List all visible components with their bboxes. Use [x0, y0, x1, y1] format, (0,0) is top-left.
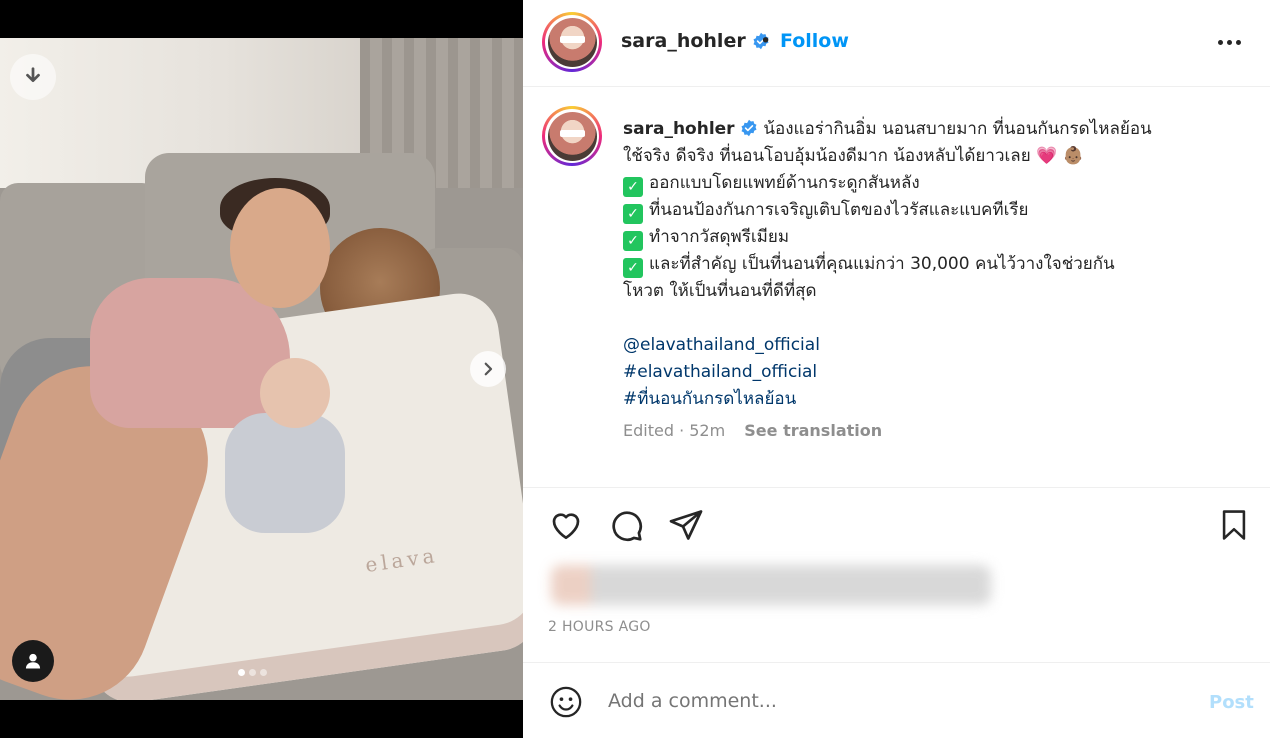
caption-area[interactable]: sara_hohler น้องแอร่ากินอิ่ม นอนสบายมาก …	[523, 88, 1270, 488]
checkmark-icon: ✓	[623, 231, 643, 251]
hashtag-link[interactable]: #ที่นอนกันกรดไหลย้อน	[623, 386, 1243, 413]
caption-username[interactable]: sara_hohler	[623, 119, 735, 139]
avatar[interactable]	[542, 12, 602, 72]
photo-baby	[195, 358, 355, 558]
edited-time: Edited · 52m	[623, 421, 726, 440]
post-timestamp: 2 HOURS AGO	[548, 619, 651, 635]
carousel-dot	[249, 669, 256, 676]
comment-icon	[612, 511, 643, 542]
more-horizontal-icon	[1218, 39, 1223, 45]
caption-check-line: ✓ และที่สำคัญ เป็นที่นอนที่คุณแม่กว่า 30,…	[623, 251, 1243, 278]
caption-check-line: ✓ ที่นอนป้องกันการเจริญเติบโตของไวรัสและแ…	[623, 197, 1243, 224]
mention-link[interactable]: @elavathailand_official	[623, 332, 1243, 359]
post-comment-button[interactable]: Post	[1209, 692, 1254, 713]
post-media[interactable]: elava	[0, 0, 523, 738]
caption-check-line: ✓ ทำจากวัสดุพรีเมียม	[623, 224, 1243, 251]
verified-badge-icon	[741, 119, 757, 137]
tagged-users-button[interactable]	[12, 640, 54, 682]
checkmark-icon: ✓	[623, 258, 643, 278]
comment-button[interactable]	[606, 505, 646, 545]
more-options-button[interactable]	[1218, 30, 1248, 54]
comment-bar: Post	[523, 662, 1270, 738]
caption-text: sara_hohler น้องแอร่ากินอิ่ม นอนสบายมาก …	[623, 116, 1243, 413]
emoji-icon[interactable]	[549, 685, 583, 719]
follow-button[interactable]: Follow	[780, 30, 849, 52]
send-icon	[669, 510, 703, 540]
bookmark-icon	[1222, 510, 1246, 540]
caption-avatar[interactable]	[542, 106, 602, 166]
share-button[interactable]	[666, 505, 706, 545]
user-icon	[25, 653, 41, 669]
save-button[interactable]	[1214, 505, 1254, 545]
post-photo: elava	[0, 38, 523, 700]
download-button[interactable]	[10, 54, 56, 100]
caption-line-text: น้องแอร่ากินอิ่ม นอนสบายมาก ที่นอนกันกรด…	[763, 119, 1152, 139]
checkmark-icon: ✓	[623, 177, 643, 197]
caption-check-line: ✓ ออกแบบโดยแพทย์ด้านกระดูกสันหลัง	[623, 170, 1243, 197]
carousel-dot	[260, 669, 267, 676]
heart-icon	[552, 513, 580, 540]
username-text[interactable]: sara_hohler	[621, 30, 746, 52]
caption-line: โหวต ให้เป็นที่นอนที่ดีที่สุด	[623, 281, 817, 301]
download-icon	[26, 67, 40, 83]
caption-meta: Edited · 52m See translation	[623, 421, 882, 440]
carousel-indicator	[238, 669, 267, 676]
liked-by-blurred	[551, 565, 991, 605]
carousel-dot	[238, 669, 245, 676]
header-username[interactable]: sara_hohler	[621, 30, 770, 52]
see-translation-button[interactable]: See translation	[744, 421, 882, 440]
hashtag-link[interactable]: #elavathailand_official	[623, 359, 1243, 386]
chevron-right-icon	[484, 362, 493, 376]
caption-line: ใช้จริง ดีจริง ที่นอนโอบอุ้มน้องดีมาก น้…	[623, 146, 1084, 166]
header-separator: •	[760, 30, 772, 52]
checkmark-icon: ✓	[623, 204, 643, 224]
post-side-panel: sara_hohler • Follow sara_hohler น้องแอร…	[523, 0, 1270, 738]
like-button[interactable]	[546, 505, 586, 545]
post-header: sara_hohler • Follow	[523, 0, 1270, 87]
comment-input[interactable]	[608, 690, 1168, 712]
caption-line: sara_hohler น้องแอร่ากินอิ่ม นอนสบายมาก …	[623, 116, 1243, 143]
post-actions	[523, 505, 1270, 549]
carousel-next-button[interactable]	[470, 351, 506, 387]
